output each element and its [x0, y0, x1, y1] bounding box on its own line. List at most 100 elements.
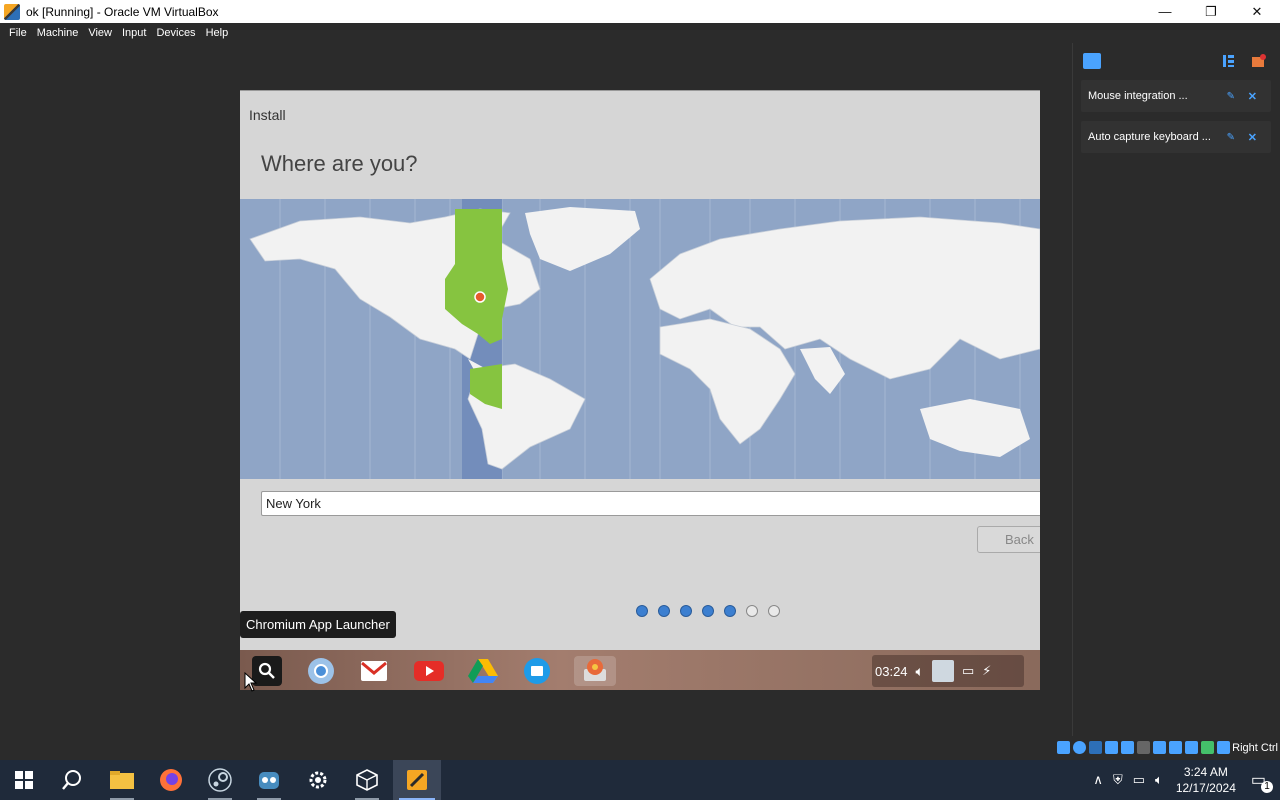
power-icon: ⚡︎ [982, 663, 992, 678]
progress-dot-complete [658, 605, 670, 617]
window-controls: — ❐ ✕ [1142, 0, 1280, 23]
files-icon [524, 658, 550, 684]
minimize-button[interactable]: — [1142, 0, 1188, 23]
clear-notifications-icon[interactable] [1251, 53, 1269, 69]
menu-view[interactable]: View [83, 27, 117, 39]
menu-bar: File Machine View Input Devices Help [0, 23, 1280, 43]
network-icon[interactable]: ▭ [1133, 772, 1145, 788]
google-drive-shelf-app[interactable] [468, 656, 498, 686]
action-center-icon[interactable]: ▭ 1 [1251, 770, 1273, 793]
close-icon[interactable]: ✕ [1248, 131, 1257, 144]
progress-dot-complete [702, 605, 714, 617]
city-input[interactable]: New York [261, 491, 1040, 516]
progress-dot-pending [768, 605, 780, 617]
steam-taskbar-app[interactable] [196, 760, 244, 800]
youtube-icon [414, 661, 444, 681]
launcher-tooltip: Chromium App Launcher [240, 611, 396, 638]
vm-window-taskbar-app[interactable] [393, 760, 441, 800]
virtualbox-vm-icon [407, 770, 427, 790]
gmail-icon [361, 661, 387, 681]
back-button[interactable]: Back [977, 526, 1040, 553]
progress-dot-complete [636, 605, 648, 617]
timezone-map[interactable] [240, 199, 1040, 479]
host-key-label[interactable]: Right Ctrl [1232, 742, 1278, 754]
windows-logo-icon [15, 771, 33, 789]
vm-device-indicators [1057, 741, 1230, 754]
progress-dot-complete [680, 605, 692, 617]
chromium-shelf-app[interactable] [306, 656, 336, 686]
world-map-graphic [240, 199, 1040, 479]
file-explorer-taskbar-app[interactable] [98, 760, 146, 800]
youtube-shelf-app[interactable] [414, 656, 444, 686]
chevron-up-icon[interactable]: ∧ [1093, 772, 1103, 788]
system-tray: ∧ ⛨ ▭ 🔈︎ 3:24 AM 12/17/2024 ▭ 1 [1088, 760, 1280, 800]
guest-display[interactable]: Install Where are you? New York Back 03:… [240, 90, 1040, 690]
security-icon[interactable]: ⛨ [1113, 772, 1123, 788]
recording-icon[interactable] [1169, 741, 1182, 754]
search-icon [62, 770, 81, 790]
installer-shelf-app[interactable] [574, 656, 616, 686]
taskbar-clock[interactable]: 3:24 AM 12/17/2024 [1176, 764, 1236, 796]
google-drive-icon [468, 659, 498, 683]
virtualization-icon[interactable] [1185, 741, 1198, 754]
pin-icon[interactable]: ✎ [1227, 132, 1235, 143]
menu-devices[interactable]: Devices [151, 27, 200, 39]
settings-taskbar-app[interactable] [294, 760, 342, 800]
keyboard-capture-icon[interactable] [1217, 741, 1230, 754]
taskbar-time: 3:24 AM [1183, 765, 1228, 779]
selected-city-marker [474, 291, 486, 303]
install-window-title: Install [249, 107, 286, 123]
menu-input[interactable]: Input [117, 27, 151, 39]
search-icon [258, 662, 275, 679]
cube-icon [356, 769, 378, 791]
chromium-icon [308, 658, 334, 684]
close-button[interactable]: ✕ [1234, 0, 1280, 23]
user-avatar [931, 660, 954, 682]
usb-icon[interactable] [1121, 741, 1134, 754]
notification-text: Auto capture keyboard ... [1088, 131, 1211, 143]
optical-drive-icon[interactable] [1073, 741, 1086, 754]
volume-icon[interactable]: 🔈︎ [1155, 772, 1163, 788]
audio-icon[interactable] [1089, 741, 1102, 754]
taskbar-date: 12/17/2024 [1175, 781, 1236, 795]
virtualbox-manager-taskbar-app[interactable] [343, 760, 391, 800]
firefox-taskbar-app[interactable] [147, 760, 195, 800]
files-shelf-app[interactable] [522, 656, 552, 686]
shelf-clock: 03:24 [875, 663, 908, 679]
installer-icon [584, 659, 606, 681]
windows-taskbar: ∧ ⛨ ▭ 🔈︎ 3:24 AM 12/17/2024 ▭ 1 [0, 760, 1280, 800]
menu-help[interactable]: Help [201, 27, 234, 39]
notification-toolbar [1073, 43, 1280, 79]
notification-mouse-integration[interactable]: Mouse integration ... ✎ ✕ [1081, 80, 1271, 112]
taskbar-search-button[interactable] [48, 760, 96, 800]
notification-text: Mouse integration ... [1088, 90, 1188, 102]
progress-indicator [636, 605, 780, 617]
notification-center: Mouse integration ... ✎ ✕ Auto capture k… [1072, 43, 1280, 736]
network-adapter-icon[interactable] [1105, 741, 1118, 754]
chromeos-status-tray[interactable]: 03:24 🔈︎ ▭ ⚡︎ [872, 655, 1024, 687]
display-icon[interactable] [1153, 741, 1166, 754]
hard-disk-icon[interactable] [1057, 741, 1070, 754]
title-bar: ok [Running] - Oracle VM VirtualBox — ❐ … [0, 0, 1280, 23]
gmail-shelf-app[interactable] [359, 656, 389, 686]
mouse-integration-icon[interactable] [1201, 741, 1214, 754]
chromeos-shelf: 03:24 🔈︎ ▭ ⚡︎ [240, 650, 1040, 690]
godot-taskbar-app[interactable] [245, 760, 293, 800]
notification-auto-capture-keyboard[interactable]: Auto capture keyboard ... ✎ ✕ [1081, 121, 1271, 153]
network-icon: ▭ [961, 663, 975, 678]
folder-icon [110, 771, 134, 789]
notification-center-toggle-icon[interactable] [1083, 53, 1101, 69]
godot-icon [259, 772, 279, 789]
pin-icon[interactable]: ✎ [1227, 91, 1235, 102]
page-heading: Where are you? [261, 151, 418, 176]
close-icon[interactable]: ✕ [1248, 90, 1257, 103]
virtualbox-app-icon [4, 3, 20, 20]
menu-machine[interactable]: Machine [32, 27, 84, 39]
menu-file[interactable]: File [4, 27, 32, 39]
start-button[interactable] [0, 760, 48, 800]
progress-dot-complete [724, 605, 736, 617]
sort-icon[interactable] [1221, 53, 1239, 69]
window-title: ok [Running] - Oracle VM VirtualBox [26, 4, 219, 19]
restore-button[interactable]: ❐ [1188, 0, 1234, 23]
shared-folders-icon[interactable] [1137, 741, 1150, 754]
